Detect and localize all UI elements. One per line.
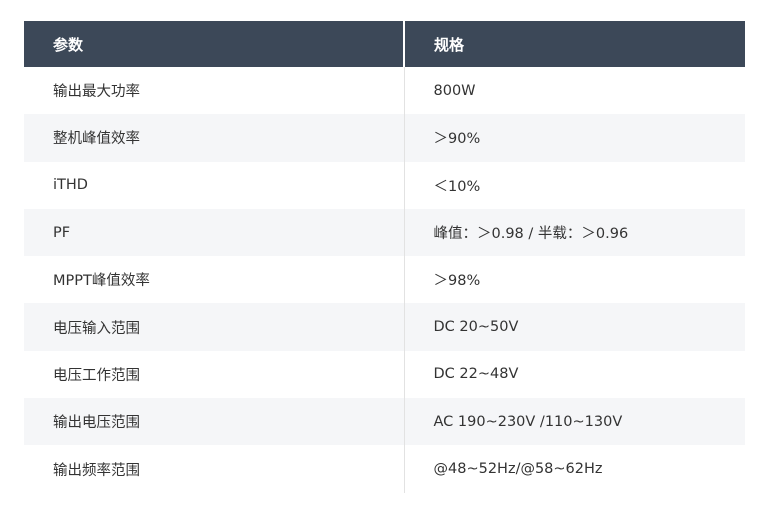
- param-cell: 输出电压范围: [24, 398, 404, 446]
- spec-cell: 800W: [403, 67, 745, 115]
- spec-cell: AC 190~230V /110~130V: [403, 398, 745, 446]
- spec-table: 参数 规格 输出最大功率 800W 整机峰值效率 ＞90% iTHD ＜10% …: [24, 21, 745, 493]
- spec-cell: ＞98%: [403, 256, 745, 304]
- table-row: 电压工作范围 DC 22~48V: [24, 350, 745, 399]
- spec-cell: DC 22~48V: [403, 350, 745, 399]
- param-cell: 输出最大功率: [53, 84, 140, 101]
- table-row: 电压输入范围 DC 20~50V: [24, 303, 745, 351]
- table-row: MPPT峰值效率 ＞98%: [24, 256, 745, 304]
- table-row: 输出最大功率 800W: [24, 67, 745, 115]
- spec-cell: 峰值：＞0.98 / 半载：＞0.96: [403, 208, 745, 257]
- table-row: PF 峰值：＞0.98 / 半载：＞0.96: [24, 208, 745, 257]
- param-cell: 电压输入范围: [24, 303, 404, 351]
- spec-cell: ＞90%: [403, 114, 745, 162]
- param-cell: 输出频率范围: [53, 462, 140, 479]
- table-row: 输出电压范围 AC 190~230V /110~130V: [24, 398, 745, 446]
- table-header: 参数 规格: [24, 21, 745, 67]
- param-cell: PF: [24, 208, 404, 257]
- param-cell: 整机峰值效率: [24, 114, 404, 162]
- header-param: 参数: [24, 21, 404, 67]
- header-spec: 规格: [403, 21, 745, 67]
- spec-cell: ＜10%: [403, 161, 745, 209]
- param-cell: iTHD: [53, 177, 88, 194]
- spec-cell: DC 20~50V: [403, 303, 745, 351]
- table-row: 整机峰值效率 ＞90%: [24, 114, 745, 162]
- table-row: 输出频率范围 @48~52Hz/@58~62Hz: [24, 445, 745, 493]
- spec-cell: @48~52Hz/@58~62Hz: [403, 445, 745, 493]
- header-row: 参数 规格: [24, 21, 745, 67]
- param-cell: MPPT峰值效率: [53, 273, 150, 290]
- table-body: 输出最大功率 800W 整机峰值效率 ＞90% iTHD ＜10% PF 峰值：…: [24, 67, 745, 493]
- table-row: iTHD ＜10%: [24, 161, 745, 209]
- param-cell: 电压工作范围: [53, 367, 140, 384]
